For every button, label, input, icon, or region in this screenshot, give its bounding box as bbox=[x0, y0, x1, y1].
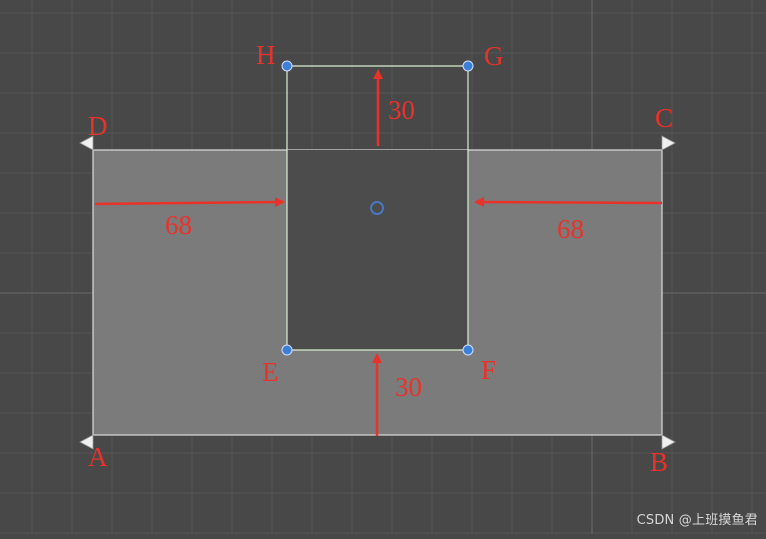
dimension-bottom-offset: 30 bbox=[395, 372, 422, 402]
watermark: CSDN @上班摸鱼君 bbox=[636, 513, 758, 528]
scene-canvas[interactable]: A B C D E F G H 68 68 30 30 bbox=[0, 0, 766, 534]
vertex-label-a: A bbox=[88, 442, 108, 472]
dimension-right-width: 68 bbox=[557, 214, 584, 244]
blue-dot-handle-icon[interactable] bbox=[281, 60, 293, 72]
vertex-label-f: F bbox=[481, 355, 496, 385]
scene-view[interactable]: A B C D E F G H 68 68 30 30 CSDN @上班摸鱼君 bbox=[0, 0, 766, 534]
vertex-label-d: D bbox=[88, 111, 108, 141]
blue-dot-handle-icon[interactable] bbox=[281, 344, 293, 356]
triangle-handle-icon[interactable] bbox=[661, 135, 676, 151]
blue-dot-handle-icon[interactable] bbox=[462, 344, 474, 356]
dimension-top-offset: 30 bbox=[388, 95, 415, 125]
vertex-label-c: C bbox=[655, 103, 673, 133]
hole-region-efgh bbox=[287, 150, 468, 350]
vertex-label-h: H bbox=[256, 40, 276, 70]
vertex-label-e: E bbox=[262, 357, 279, 387]
dimension-left-width: 68 bbox=[165, 210, 192, 240]
vertex-label-g: G bbox=[484, 41, 504, 71]
arrow-right-width bbox=[474, 197, 663, 208]
vertex-label-b: B bbox=[650, 447, 668, 477]
blue-dot-handle-icon[interactable] bbox=[462, 60, 474, 72]
